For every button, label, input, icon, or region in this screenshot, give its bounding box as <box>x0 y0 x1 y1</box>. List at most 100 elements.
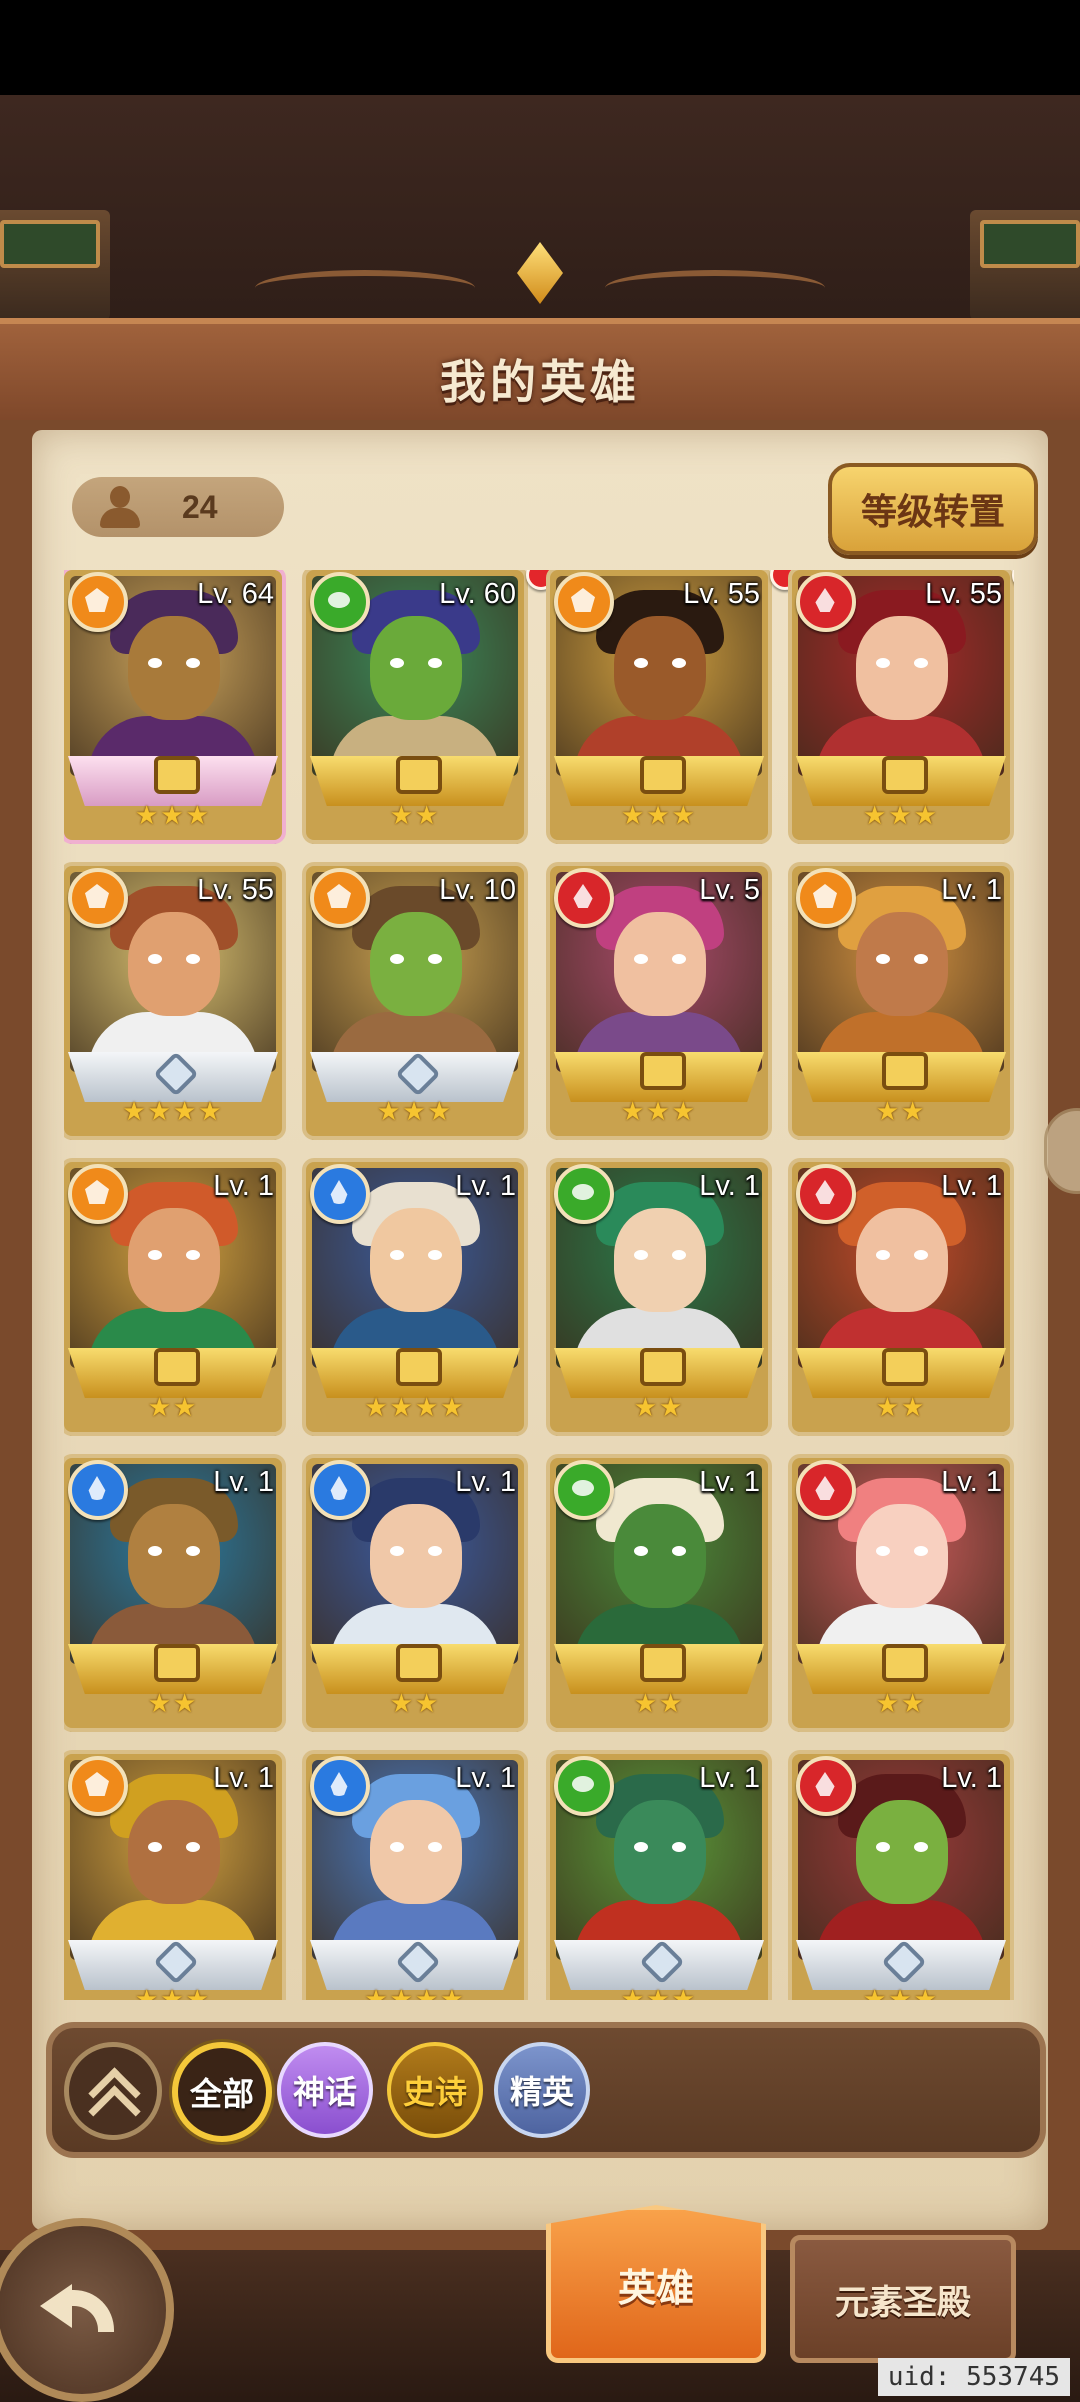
hero-level: Lv. 1 <box>213 1170 274 1202</box>
hero-eye <box>672 1250 686 1260</box>
rarity-emblem-icon <box>640 1644 686 1682</box>
hero-level: Lv. 1 <box>941 1762 1002 1794</box>
hero-card[interactable]: ★★★ Lv. 1 <box>550 1754 768 2000</box>
hero-head <box>856 1504 948 1608</box>
level-reset-button[interactable]: 等级转置 <box>828 463 1038 555</box>
hero-head <box>614 912 706 1016</box>
hero-head <box>614 616 706 720</box>
hero-eye <box>634 1546 648 1556</box>
hero-count: 24 <box>182 489 218 525</box>
hero-card[interactable]: ★★★ Lv. 1 <box>792 1754 1010 2000</box>
filter-elite-button[interactable]: 精英 <box>494 2042 590 2138</box>
hero-eye <box>186 658 200 668</box>
hero-level: Lv. 10 <box>439 874 516 906</box>
hero-level: Lv. 1 <box>699 1466 760 1498</box>
hero-card[interactable]: ★★★ Lv. 64 <box>64 570 282 840</box>
hero-eye <box>148 1250 162 1260</box>
status-bar <box>0 0 1080 95</box>
hero-head <box>614 1800 706 1904</box>
filter-epic-button[interactable]: 史诗 <box>387 2042 483 2138</box>
star-rating: ★★★ <box>377 1096 453 1126</box>
hero-eye <box>634 658 648 668</box>
hero-eye <box>390 658 404 668</box>
light-element-icon <box>68 868 128 928</box>
filter-all-label: 全部 <box>189 2076 254 2112</box>
hero-eye <box>428 954 442 964</box>
star-rating: ★★★ <box>621 1096 697 1126</box>
hero-card[interactable]: ★★ Lv. 1 <box>792 1458 1010 1728</box>
star-rating: ★★★★ <box>364 1392 466 1422</box>
fire-element-icon <box>796 572 856 632</box>
star-rating: ★★★ <box>863 1984 939 2000</box>
star-rating: ★★★ <box>621 1984 697 2000</box>
rarity-emblem-icon <box>396 1348 442 1386</box>
water-element-icon <box>310 1164 370 1224</box>
light-element-icon <box>68 572 128 632</box>
hero-card[interactable]: ★★★ Lv. 10 <box>306 866 524 1136</box>
hero-eye <box>672 1546 686 1556</box>
filter-myth-button[interactable]: 神话 <box>277 2042 373 2138</box>
star-rating: ★★ <box>633 1392 685 1422</box>
right-pillar-decoration <box>970 210 1080 320</box>
hero-card[interactable]: ★★ Lv. 1 <box>64 1162 282 1432</box>
hero-eye <box>148 658 162 668</box>
hero-head <box>370 912 462 1016</box>
hero-level: Lv. 55 <box>925 578 1002 610</box>
hero-card[interactable]: ★★★★ Lv. 1 <box>306 1754 524 2000</box>
filter-elite-label: 精英 <box>509 2074 574 2110</box>
hero-card[interactable]: ★★★★ Lv. 1 <box>306 1162 524 1432</box>
hero-eye <box>634 1842 648 1852</box>
hero-eye <box>876 1842 890 1852</box>
hero-level: Lv. 1 <box>213 1466 274 1498</box>
star-rating: ★★★ <box>135 1984 211 2000</box>
hero-eye <box>876 1546 890 1556</box>
nature-element-icon <box>554 1164 614 1224</box>
hero-card[interactable]: ★★ Lv. 1 <box>306 1458 524 1728</box>
rarity-emblem-icon <box>396 1644 442 1682</box>
hero-eye <box>914 954 928 964</box>
star-rating: ★★★ <box>135 800 211 830</box>
filter-myth-label: 神话 <box>292 2074 357 2110</box>
water-element-icon <box>68 1460 128 1520</box>
hero-card[interactable]: ★★★ Lv. 1 <box>64 1754 282 2000</box>
hero-card[interactable]: ★★ Lv. 1 <box>550 1458 768 1728</box>
fire-element-icon <box>796 1756 856 1816</box>
hero-level: Lv. 1 <box>455 1762 516 1794</box>
page-title: 我的英雄 <box>440 356 640 408</box>
crest-gem-icon <box>517 242 563 304</box>
hero-card[interactable]: ★★★ Lv. 5 <box>550 866 768 1136</box>
hero-card[interactable]: ★★ Lv. 1 <box>792 866 1010 1136</box>
star-rating: ★★★ <box>621 800 697 830</box>
hero-card[interactable]: ★★★ Lv. 55 <box>550 570 768 840</box>
rarity-emblem-icon <box>882 1052 928 1090</box>
hero-eye <box>390 954 404 964</box>
hero-card[interactable]: ★★ Lv. 1 <box>550 1162 768 1432</box>
hero-eye <box>914 1250 928 1260</box>
hero-level: Lv. 5 <box>699 874 760 906</box>
hero-eye <box>390 1250 404 1260</box>
rarity-emblem-icon <box>154 1348 200 1386</box>
hero-card[interactable]: ★★★ Lv. 55 <box>792 570 1010 840</box>
left-pillar-decoration <box>0 210 110 320</box>
fire-element-icon <box>554 868 614 928</box>
water-element-icon <box>310 1460 370 1520</box>
rarity-emblem-icon <box>882 756 928 794</box>
light-element-icon <box>554 572 614 632</box>
tab-element-temple[interactable]: 元素圣殿 <box>790 2235 1016 2363</box>
star-rating: ★★ <box>875 1688 927 1718</box>
hero-head <box>370 1208 462 1312</box>
hero-card[interactable]: ★★ Lv. 60 <box>306 570 524 840</box>
light-element-icon <box>68 1756 128 1816</box>
hero-head <box>856 912 948 1016</box>
collapse-filter-button[interactable] <box>64 2042 162 2140</box>
hero-eye <box>672 658 686 668</box>
hero-card[interactable]: ★★★★ Lv. 55 <box>64 866 282 1136</box>
star-rating: ★★ <box>633 1688 685 1718</box>
tab-heroes[interactable]: 英雄 <box>546 2205 766 2363</box>
hero-head <box>128 1800 220 1904</box>
hero-card[interactable]: ★★ Lv. 1 <box>792 1162 1010 1432</box>
hero-head <box>370 616 462 720</box>
hero-card[interactable]: ★★ Lv. 1 <box>64 1458 282 1728</box>
filter-all-button[interactable]: 全部 <box>172 2042 272 2142</box>
hero-head <box>856 1800 948 1904</box>
